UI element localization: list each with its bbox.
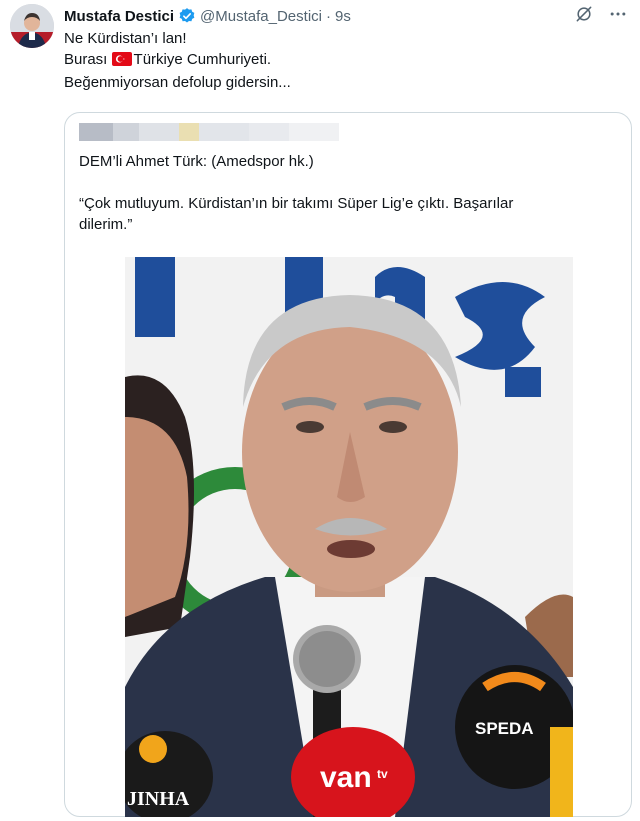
tweet-line: Beğenmiyorsan defolup gidersin...	[64, 74, 291, 91]
mic-logo-van: van	[320, 761, 372, 794]
mic-logo-speda: SPEDA	[475, 719, 534, 738]
turkey-flag-icon	[111, 51, 132, 72]
quote-line: DEM’li Ahmet Türk: (Amedspor hk.)	[79, 153, 314, 170]
quoted-tweet-text: DEM’li Ahmet Türk: (Amedspor hk.) “Çok m…	[79, 151, 609, 235]
author-handle[interactable]: @Mustafa_Destici	[200, 8, 322, 25]
quoted-author-blurred	[79, 123, 339, 141]
tweet-line: Ne Kürdistan’ı lan!	[64, 30, 187, 47]
tweet-line: Burası Türkiye Cumhuriyeti.	[64, 49, 624, 72]
mic-logo-tv: tv	[377, 767, 388, 781]
quote-line-gap	[79, 172, 609, 193]
quote-line: “Çok mutluyum. Kürdistan’ın bir takımı S…	[79, 195, 514, 212]
tweet-actions	[574, 4, 628, 28]
tweet-time[interactable]: 9s	[335, 8, 351, 25]
tweet-body: Ne Kürdistan’ı lan! Burası Türkiye Cumhu…	[64, 28, 624, 93]
quoted-tweet[interactable]: DEM’li Ahmet Türk: (Amedspor hk.) “Çok m…	[64, 112, 632, 817]
separator-dot: ·	[325, 7, 331, 25]
quote-line: dilerim.”	[79, 216, 133, 233]
tweet-header: Mustafa Destici @Mustafa_Destici · 9s	[64, 6, 628, 26]
grok-icon[interactable]	[574, 4, 594, 28]
author-avatar[interactable]	[10, 4, 54, 48]
more-icon[interactable]	[608, 4, 628, 28]
verified-badge-icon	[178, 7, 196, 25]
tweet-line-part: Burası	[64, 51, 108, 68]
author-name[interactable]: Mustafa Destici	[64, 8, 174, 25]
tweet-line-part: Türkiye Cumhuriyeti.	[133, 51, 272, 68]
mic-logo-jinha: JINHA	[127, 788, 190, 810]
quoted-tweet-photo[interactable]: SPEDA van tv JINHA	[125, 257, 573, 817]
